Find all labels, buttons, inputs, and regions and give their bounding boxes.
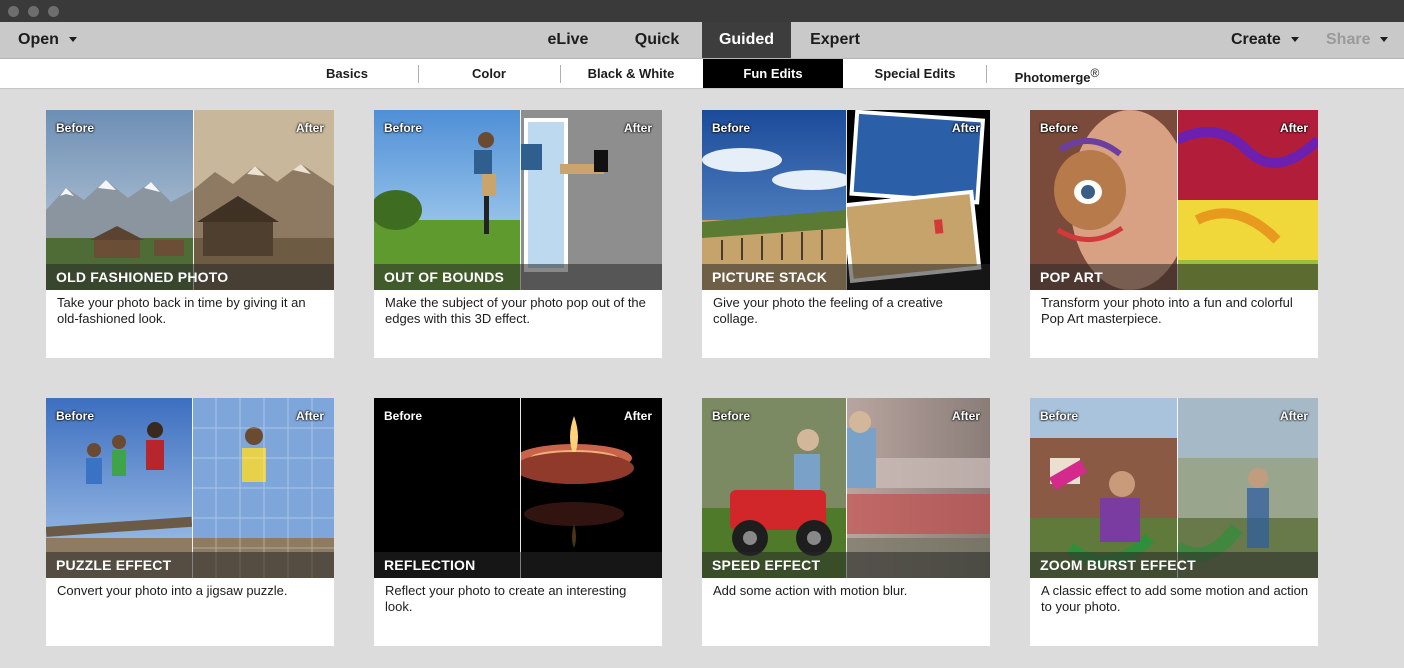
card-title: SPEED EFFECT: [712, 557, 821, 573]
card-description: Convert your photo into a jigsaw puzzle.: [57, 583, 288, 598]
open-menu-button[interactable]: Open: [18, 22, 77, 58]
before-after-divider: [193, 110, 194, 290]
tab-basics[interactable]: Basics: [277, 59, 417, 88]
open-label: Open: [18, 31, 59, 48]
guided-card-out-of-bounds[interactable]: Before After OUT OF BOUNDS Make the subj…: [374, 110, 662, 358]
chevron-down-icon: [68, 37, 77, 43]
after-image: [520, 110, 662, 290]
before-label: Before: [1040, 409, 1079, 423]
before-label: Before: [384, 121, 423, 135]
card-description: Transform your photo into a fun and colo…: [1041, 295, 1293, 326]
share-menu-button[interactable]: Share: [1326, 22, 1389, 58]
chevron-down-icon: [1380, 37, 1389, 43]
guided-card-speed-effect[interactable]: Before After SPEED EFFECT Add some actio…: [702, 398, 990, 646]
before-image: [46, 398, 192, 578]
before-image: [1030, 398, 1177, 578]
after-image: [846, 110, 990, 290]
tab-special-edits[interactable]: Special Edits: [845, 59, 985, 88]
toy-car-boy-image: Before After SPEED EFFECT: [702, 398, 990, 578]
card-title: OLD FASHIONED PHOTO: [56, 269, 229, 285]
after-label: After: [295, 409, 324, 423]
mode-tab-quick[interactable]: Quick: [622, 22, 692, 58]
card-title: ZOOM BURST EFFECT: [1040, 557, 1196, 573]
guided-card-reflection[interactable]: Before After REFLECTION Reflect your pho…: [374, 398, 662, 646]
before-label: Before: [1040, 121, 1079, 135]
after-label: After: [951, 121, 980, 135]
create-menu-button[interactable]: Create: [1231, 22, 1299, 58]
after-image: [846, 398, 990, 578]
card-description: Make the subject of your photo pop out o…: [385, 295, 646, 326]
minimize-window-button[interactable]: [28, 6, 39, 17]
card-title: POP ART: [1040, 269, 1103, 285]
card-description: A classic effect to add some motion and …: [1041, 583, 1309, 614]
before-image: [1030, 110, 1177, 290]
after-image: [520, 398, 662, 578]
mode-bar: Open eLive Quick Guided Expert Create Sh…: [0, 22, 1404, 59]
before-after-divider: [520, 110, 521, 290]
mode-tab-elive[interactable]: eLive: [530, 22, 606, 58]
before-after-divider: [846, 110, 847, 290]
close-window-button[interactable]: [8, 6, 19, 17]
after-image: [1177, 398, 1318, 578]
guided-card-pop-art[interactable]: Before After POP ART Transform your phot…: [1030, 110, 1318, 358]
painted-face-image: Before After POP ART: [1030, 110, 1318, 290]
before-after-divider: [1177, 398, 1178, 578]
after-label: After: [1279, 409, 1308, 423]
mode-tab-expert[interactable]: Expert: [800, 22, 870, 58]
tab-photomerge[interactable]: Photomerge®: [987, 59, 1127, 88]
before-label: Before: [56, 409, 95, 423]
card-title: OUT OF BOUNDS: [384, 269, 505, 285]
tab-fun-edits[interactable]: Fun Edits: [703, 59, 843, 88]
guided-card-picture-stack[interactable]: Before After PICTURE STACK Give your pho…: [702, 110, 990, 358]
before-label: Before: [712, 409, 751, 423]
card-description: Reflect your photo to create an interest…: [385, 583, 627, 614]
beach-fence-image: Before After PICTURE STACK: [702, 110, 990, 290]
card-title: PUZZLE EFFECT: [56, 557, 172, 573]
after-label: After: [951, 409, 980, 423]
before-label: Before: [384, 409, 423, 423]
before-image: [702, 110, 846, 290]
jumping-kids-image: Before After PUZZLE EFFECT: [46, 398, 334, 578]
zoom-window-button[interactable]: [48, 6, 59, 17]
after-label: After: [623, 121, 652, 135]
before-image: [374, 110, 520, 290]
after-image: [192, 398, 334, 578]
after-image: [1177, 110, 1318, 290]
after-label: After: [295, 121, 324, 135]
guided-card-puzzle-effect[interactable]: Before After PUZZLE EFFECT Convert your …: [46, 398, 334, 646]
after-label: After: [1279, 121, 1308, 135]
after-label: After: [623, 409, 652, 423]
card-title: PICTURE STACK: [712, 269, 828, 285]
girl-swing-image: Before After ZOOM BURST EFFECT: [1030, 398, 1318, 578]
jumping-boy-image: Before After OUT OF BOUNDS: [374, 110, 662, 290]
card-title: REFLECTION: [384, 557, 476, 573]
card-description: Add some action with motion blur.: [713, 583, 908, 598]
mountain-barn-image: Before After OLD FASHIONED PHOTO: [46, 110, 334, 290]
tab-color[interactable]: Color: [419, 59, 559, 88]
before-image: [46, 110, 193, 290]
guided-category-tabs: Basics Color Black & White Fun Edits Spe…: [0, 59, 1404, 89]
share-label: Share: [1326, 31, 1371, 48]
before-after-divider: [192, 398, 193, 578]
registered-mark: ®: [1090, 66, 1100, 80]
mode-tab-guided[interactable]: Guided: [702, 22, 791, 58]
before-label: Before: [56, 121, 95, 135]
before-image: [702, 398, 846, 578]
before-label: Before: [712, 121, 751, 135]
after-image: [193, 110, 334, 290]
before-image: [374, 398, 520, 578]
candle-image: Before After REFLECTION: [374, 398, 662, 578]
guided-card-old-fashioned-photo[interactable]: Before After OLD FASHIONED PHOTO Take yo…: [46, 110, 334, 358]
guided-card-zoom-burst-effect[interactable]: Before After ZOOM BURST EFFECT A classic…: [1030, 398, 1318, 646]
card-description: Give your photo the feeling of a creativ…: [713, 295, 943, 326]
window-titlebar: [0, 0, 1404, 22]
before-after-divider: [846, 398, 847, 578]
chevron-down-icon: [1290, 37, 1299, 43]
before-after-divider: [1177, 110, 1178, 290]
tab-photomerge-label: Photomerge: [1014, 70, 1091, 85]
tab-black-white[interactable]: Black & White: [561, 59, 701, 88]
card-description: Take your photo back in time by giving i…: [57, 295, 306, 326]
create-label: Create: [1231, 31, 1281, 48]
before-after-divider: [520, 398, 521, 578]
